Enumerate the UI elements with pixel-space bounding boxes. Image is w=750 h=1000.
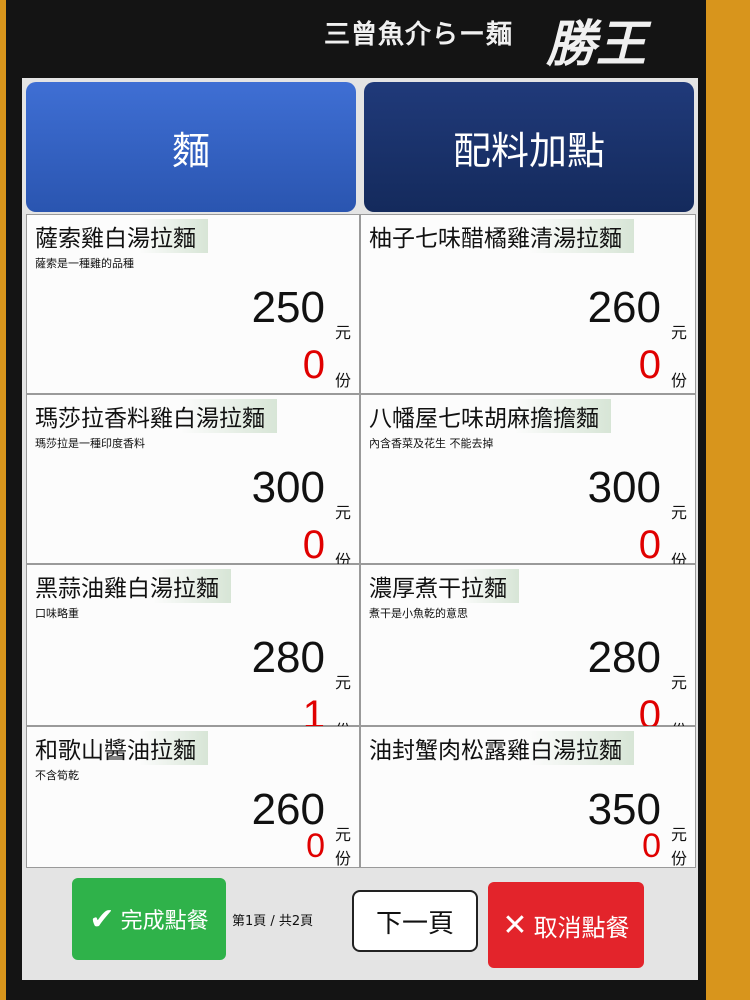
menu-item-desc: 口味略重 bbox=[35, 607, 79, 620]
price-unit: 元 bbox=[670, 323, 687, 342]
qty-unit: 份 bbox=[670, 849, 687, 868]
kiosk-bezel: 三曾魚介らー麺 勝王 麵 配料加點 薩索雞白湯拉麵 薩索是一種雞的品種 250 … bbox=[6, 0, 706, 1000]
menu-item-desc: 瑪莎拉是一種印度香料 bbox=[35, 437, 145, 450]
menu-item-qty: 0 bbox=[302, 523, 325, 567]
menu-item-name: 柚子七味醋橘雞清湯拉麵 bbox=[369, 219, 634, 253]
menu-item-price: 280 bbox=[251, 633, 325, 682]
menu-item-card[interactable]: 濃厚煮干拉麵 煮干是小魚乾的意思 280 元 0 份 bbox=[360, 564, 696, 740]
menu-item-price: 250 bbox=[251, 283, 325, 332]
menu-item-desc: 內含香菜及花生 不能去掉 bbox=[369, 437, 494, 450]
checkmark-icon: ✔ bbox=[89, 901, 115, 937]
menu-item-price: 280 bbox=[587, 633, 661, 682]
brand-subtitle: 三曾魚介らー麺 bbox=[324, 20, 514, 50]
menu-item-price: 260 bbox=[587, 283, 661, 332]
brand-header: 三曾魚介らー麺 勝王 bbox=[6, 0, 712, 78]
close-icon: ✕ bbox=[502, 907, 528, 943]
menu-item-qty: 0 bbox=[638, 343, 661, 387]
menu-item-price: 300 bbox=[587, 463, 661, 512]
menu-item-card[interactable]: 油封蟹肉松露雞白湯拉麵 350 元 0 份 bbox=[360, 726, 696, 868]
price-unit: 元 bbox=[670, 503, 687, 522]
menu-item-card[interactable]: 柚子七味醋橘雞清湯拉麵 260 元 0 份 bbox=[360, 214, 696, 394]
menu-item-desc: 薩索是一種雞的品種 bbox=[35, 257, 134, 270]
menu-item-name: 黑蒜油雞白湯拉麵 bbox=[35, 569, 231, 603]
menu-item-qty: 0 bbox=[642, 827, 661, 865]
menu-item-desc: 煮干是小魚乾的意思 bbox=[369, 607, 468, 620]
menu-item-card[interactable]: 瑪莎拉香料雞白湯拉麵 瑪莎拉是一種印度香料 300 元 0 份 bbox=[26, 394, 360, 570]
menu-item-qty: 0 bbox=[302, 343, 325, 387]
page-indicator: 第1頁 / 共2頁 bbox=[232, 914, 314, 929]
menu-item-name: 薩索雞白湯拉麵 bbox=[35, 219, 208, 253]
menu-item-qty: 0 bbox=[306, 827, 325, 865]
price-unit: 元 bbox=[670, 825, 687, 844]
menu-item-name: 濃厚煮干拉麵 bbox=[369, 569, 519, 603]
price-unit: 元 bbox=[334, 323, 351, 342]
menu-item-card[interactable]: 八幡屋七味胡麻擔擔麵 內含香菜及花生 不能去掉 300 元 0 份 bbox=[360, 394, 696, 570]
tab-noodles[interactable]: 麵 bbox=[26, 82, 356, 212]
price-unit: 元 bbox=[334, 825, 351, 844]
menu-item-name: 八幡屋七味胡麻擔擔麵 bbox=[369, 399, 611, 433]
menu-item-name: 瑪莎拉香料雞白湯拉麵 bbox=[35, 399, 277, 433]
menu-item-name: 油封蟹肉松露雞白湯拉麵 bbox=[369, 731, 634, 765]
price-unit: 元 bbox=[334, 503, 351, 522]
qty-unit: 份 bbox=[334, 849, 351, 868]
menu-item-desc: 不含筍乾 bbox=[35, 769, 79, 782]
cancel-order-label: 取消點餐 bbox=[533, 913, 630, 942]
qty-unit: 份 bbox=[334, 371, 351, 390]
menu-item-name: 和歌山醬油拉麵 bbox=[35, 731, 208, 765]
menu-item-card[interactable]: 黑蒜油雞白湯拉麵 口味略重 280 元 1 份 bbox=[26, 564, 360, 740]
next-page-button[interactable]: 下一頁 bbox=[352, 890, 478, 952]
complete-order-label: 完成點餐 bbox=[120, 909, 209, 934]
brand-name: 勝王 bbox=[546, 14, 646, 73]
price-unit: 元 bbox=[670, 673, 687, 692]
menu-item-price: 300 bbox=[251, 463, 325, 512]
menu-item-card[interactable]: 和歌山醬油拉麵 不含筍乾 260 元 0 份 bbox=[26, 726, 360, 868]
cancel-order-button[interactable]: ✕ 取消點餐 bbox=[488, 882, 644, 968]
kiosk-screen: 麵 配料加點 薩索雞白湯拉麵 薩索是一種雞的品種 250 元 0 份 柚子七味醋… bbox=[22, 78, 698, 980]
menu-item-qty: 0 bbox=[638, 523, 661, 567]
price-unit: 元 bbox=[334, 673, 351, 692]
qty-unit: 份 bbox=[670, 371, 687, 390]
menu-item-card[interactable]: 薩索雞白湯拉麵 薩索是一種雞的品種 250 元 0 份 bbox=[26, 214, 360, 394]
complete-order-button[interactable]: ✔ 完成點餐 bbox=[72, 878, 226, 960]
tab-toppings[interactable]: 配料加點 bbox=[364, 82, 694, 212]
